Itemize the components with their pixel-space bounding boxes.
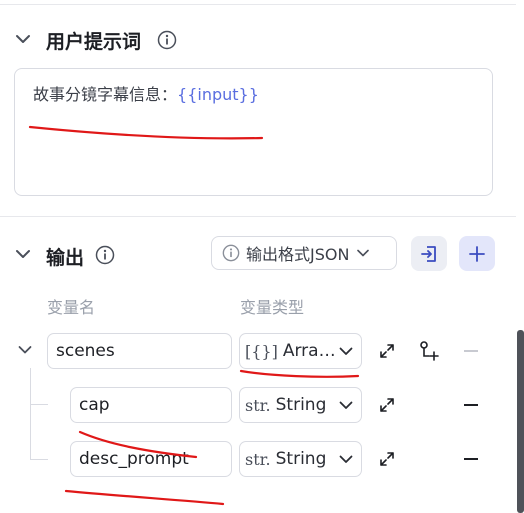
output-title: 输出 — [46, 247, 85, 269]
variable-type-select[interactable]: str. String — [239, 387, 362, 423]
string-type-icon: str. — [245, 395, 271, 415]
info-icon[interactable] — [95, 245, 115, 265]
add-child-icon[interactable] — [418, 340, 440, 362]
chevron-down-icon — [339, 401, 353, 409]
variable-type-value: String — [275, 395, 327, 415]
array-type-icon: [{}] — [245, 341, 278, 361]
tree-line — [30, 459, 48, 460]
output-format-select[interactable]: 输出格式JSON — [211, 236, 397, 270]
variable-name-value: scenes — [56, 341, 115, 361]
info-icon[interactable] — [157, 30, 177, 50]
plus-icon — [469, 245, 485, 262]
variable-type-select[interactable]: str. String — [239, 441, 362, 477]
variable-name-value: cap — [79, 395, 110, 415]
chevron-down-icon — [339, 455, 353, 463]
user-prompt-content: 故事分镜字幕信息：{{input}} — [33, 81, 259, 105]
variable-type-value: Arra… — [282, 341, 336, 361]
import-icon — [421, 245, 436, 262]
expand-icon[interactable] — [378, 342, 396, 360]
user-prompt-title: 用户提示词 — [46, 31, 142, 53]
chevron-down-icon — [339, 347, 353, 355]
remove-variable-button-disabled — [464, 350, 478, 352]
variable-type-value: String — [275, 449, 327, 469]
top-divider — [0, 4, 516, 5]
collapse-chevron-icon[interactable] — [15, 33, 31, 45]
column-header-name: 变量名 — [47, 298, 96, 317]
expand-chevron-icon[interactable] — [18, 345, 32, 355]
output-format-label: 输出格式JSON — [246, 245, 350, 264]
expand-icon[interactable] — [378, 396, 396, 414]
tree-line — [30, 404, 48, 405]
variable-name-value: desc_prompt — [79, 449, 189, 469]
scrollbar[interactable] — [517, 330, 524, 513]
info-icon — [222, 244, 240, 262]
remove-variable-button[interactable] — [464, 404, 478, 406]
prompt-text-prefix: 故事分镜字幕信息： — [33, 85, 178, 104]
variable-name-input[interactable]: desc_prompt — [70, 441, 232, 477]
add-variable-button[interactable] — [459, 236, 495, 271]
column-header-type: 变量类型 — [240, 298, 305, 317]
variable-name-input[interactable]: scenes — [47, 333, 232, 369]
variable-type-select[interactable]: [{}] Arra… — [239, 333, 362, 369]
section-divider — [0, 216, 516, 217]
string-type-icon: str. — [245, 449, 271, 469]
tree-line — [30, 368, 31, 460]
user-prompt-textarea[interactable]: 故事分镜字幕信息：{{input}} — [14, 68, 493, 196]
expand-icon[interactable] — [378, 450, 396, 468]
variable-name-input[interactable]: cap — [70, 387, 232, 423]
collapse-chevron-icon[interactable] — [15, 248, 31, 260]
import-button[interactable] — [411, 236, 447, 271]
prompt-variable-token: {{input}} — [177, 85, 259, 104]
remove-variable-button[interactable] — [464, 458, 478, 460]
chevron-down-icon — [357, 249, 370, 257]
